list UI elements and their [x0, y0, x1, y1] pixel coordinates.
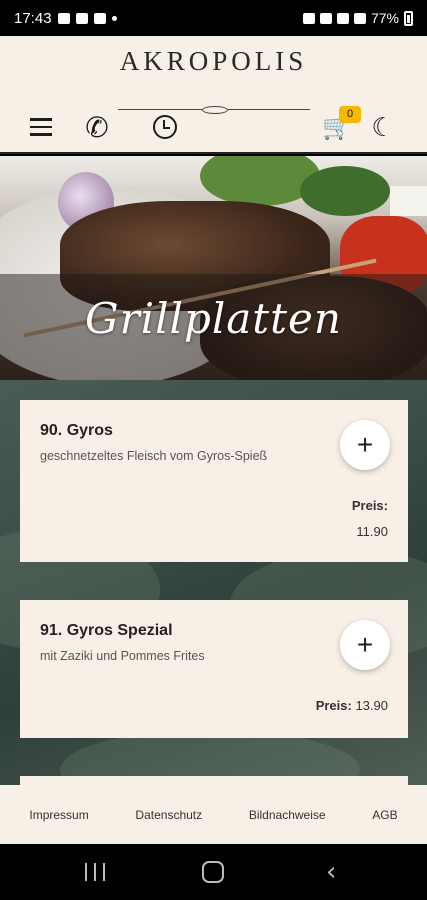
back-icon[interactable]: ‹	[326, 857, 336, 887]
menu-item-description: mit Zaziki und Pommes Frites	[40, 649, 205, 663]
menu-item-card[interactable]: 91. Gyros Spezial mit Zaziki und Pommes …	[20, 600, 408, 738]
menu-item-name: 91. Gyros Spezial	[40, 622, 173, 639]
add-to-cart-button[interactable]: +	[340, 420, 390, 470]
add-to-cart-button[interactable]: +	[340, 620, 390, 670]
category-title: Grillplatten	[85, 294, 342, 343]
site-footer: Impressum Datenschutz Bildnachweise AGB	[0, 785, 427, 844]
cart-count-badge: 0	[339, 106, 361, 123]
footer-link-datenschutz[interactable]: Datenschutz	[135, 808, 202, 822]
wifi-icon	[336, 12, 349, 24]
plus-icon: +	[356, 629, 374, 660]
battery-level: 77%	[370, 10, 399, 26]
lock-icon	[302, 12, 315, 24]
menu-list[interactable]: 90. Gyros geschnetzeltes Fleisch vom Gyr…	[0, 380, 427, 785]
footer-link-impressum[interactable]: Impressum	[29, 808, 88, 822]
phone-icon[interactable]: ✆	[82, 112, 112, 143]
price-label: Preis:	[315, 698, 352, 713]
menu-item-card[interactable]: 90. Gyros geschnetzeltes Fleisch vom Gyr…	[20, 400, 408, 562]
status-time: 17:43	[14, 9, 52, 27]
home-icon[interactable]	[202, 861, 224, 883]
chat-notification-icon	[75, 12, 88, 24]
footer-link-bildnachweise[interactable]: Bildnachweise	[249, 808, 326, 822]
moon-icon[interactable]: ☾	[368, 112, 398, 142]
price-value: 11.90	[356, 524, 388, 539]
header-toolbar: ✆ 🛒 0 ☾	[0, 106, 427, 150]
plus-icon: +	[356, 429, 374, 460]
menu-icon[interactable]	[26, 112, 56, 142]
price-value: 13.90	[355, 698, 388, 713]
recents-icon[interactable]	[85, 863, 105, 881]
battery-icon	[404, 10, 413, 26]
menu-item-name: 90. Gyros	[40, 422, 113, 439]
hero-feta	[390, 186, 427, 216]
gallery-notification-icon	[57, 12, 70, 24]
clock-icon[interactable]	[150, 112, 180, 142]
menu-item-card-partial[interactable]	[20, 776, 408, 785]
category-hero: Grillplatten	[0, 156, 427, 380]
hero-salad	[300, 166, 390, 216]
alarm-icon	[319, 12, 332, 24]
status-bar: 17:43 77%	[0, 0, 427, 36]
signal-icon	[353, 12, 366, 24]
site-logo[interactable]: AKROPOLIS	[0, 46, 427, 77]
site-header: AKROPOLIS ✆ 🛒 0 ☾	[0, 36, 427, 154]
menu-item-description: geschnetzeltes Fleisch vom Gyros-Spieß	[40, 449, 268, 463]
footer-link-agb[interactable]: AGB	[372, 808, 397, 822]
price-label: Preis:	[351, 498, 388, 513]
more-notifications-icon	[111, 15, 117, 21]
app-notification-icon	[93, 12, 106, 24]
system-navigation-bar: ‹	[0, 844, 427, 900]
price-row: Preis: 13.90	[316, 698, 388, 713]
